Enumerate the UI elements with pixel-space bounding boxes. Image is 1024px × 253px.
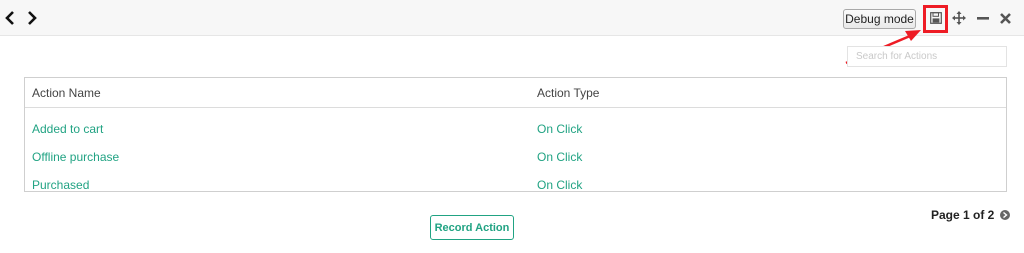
actions-table: Action Name Action Type Added to cart On… (24, 77, 1007, 192)
action-type-cell[interactable]: On Click (537, 150, 582, 164)
table-row[interactable]: Offline purchase On Click (25, 148, 1006, 168)
toolbar: Debug mode (0, 0, 1024, 36)
action-name-link[interactable]: Purchased (32, 178, 89, 191)
action-name-link[interactable]: Added to cart (32, 122, 103, 136)
page-indicator: Page 1 of 2 (931, 208, 995, 222)
debug-mode-button[interactable]: Debug mode (843, 9, 916, 29)
chevron-right-circle-icon[interactable] (1000, 210, 1011, 220)
action-type-cell[interactable]: On Click (537, 178, 582, 191)
record-action-button[interactable]: Record Action (430, 215, 514, 240)
column-header-action-name[interactable]: Action Name (32, 86, 101, 100)
chevron-left-icon[interactable] (2, 9, 18, 27)
table-row[interactable]: Added to cart On Click (25, 120, 1006, 140)
annotation-highlight-box (923, 5, 948, 33)
action-type-cell[interactable]: On Click (537, 122, 582, 136)
search-input[interactable] (847, 46, 1007, 67)
minimize-icon[interactable] (974, 9, 992, 27)
column-header-action-type[interactable]: Action Type (537, 86, 599, 100)
pagination: Page 1 of 2 (931, 207, 1011, 223)
action-name-link[interactable]: Offline purchase (32, 150, 119, 164)
table-row[interactable]: Purchased On Click (25, 176, 1006, 191)
move-icon[interactable] (950, 9, 968, 27)
table-header: Action Name Action Type (25, 78, 1006, 108)
close-icon[interactable] (996, 9, 1014, 27)
chevron-right-icon[interactable] (24, 9, 40, 27)
